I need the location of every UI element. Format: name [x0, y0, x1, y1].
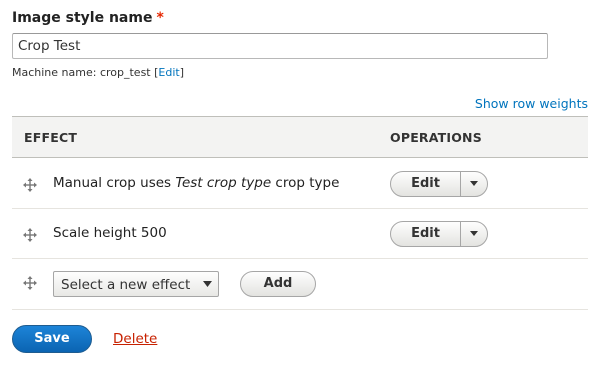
dropbutton-toggle[interactable]	[461, 222, 487, 246]
effect-summary: Scale height 500	[53, 225, 167, 241]
machine-name: Machine name: crop_test [Edit]	[12, 66, 184, 79]
table-row: Manual crop uses Test crop type crop typ…	[12, 159, 588, 209]
machine-name-edit-link[interactable]: Edit	[158, 66, 179, 79]
image-style-name-input[interactable]	[12, 33, 548, 59]
operations-dropbutton: Edit	[390, 221, 488, 247]
edit-button[interactable]: Edit	[391, 172, 461, 196]
effect-text: Scale height 500	[53, 225, 167, 241]
new-effect-row: Select a new effect Add	[12, 259, 588, 310]
move-arrows-icon[interactable]	[23, 227, 37, 242]
dropbutton-toggle[interactable]	[461, 172, 487, 196]
new-effect-select[interactable]: Select a new effect	[53, 271, 219, 297]
chevron-down-icon	[470, 231, 478, 236]
effect-summary: Manual crop uses Test crop type crop typ…	[53, 175, 339, 191]
add-effect-button[interactable]: Add	[240, 271, 316, 297]
machine-name-text: Machine name: crop_test [	[12, 66, 159, 79]
edit-button[interactable]: Edit	[391, 222, 461, 246]
machine-name-bracket: ]	[179, 66, 185, 79]
effect-column-header: EFFECT	[24, 130, 78, 145]
chevron-down-icon	[203, 281, 212, 287]
effect-text: Manual crop uses	[53, 175, 176, 191]
save-button[interactable]: Save	[12, 325, 92, 353]
move-arrows-icon[interactable]	[23, 275, 37, 290]
move-arrows-icon[interactable]	[23, 177, 37, 192]
operations-dropbutton: Edit	[390, 171, 488, 197]
table-header: EFFECT OPERATIONS	[12, 116, 588, 158]
operations-column-header: OPERATIONS	[390, 130, 482, 145]
table-row: Scale height 500 Edit	[12, 209, 588, 259]
crop-type-name: Test crop type	[175, 175, 272, 191]
delete-link[interactable]: Delete	[113, 331, 157, 347]
field-label: Image style name *	[12, 10, 164, 26]
new-effect-select-value: Select a new effect	[61, 277, 191, 293]
effect-text-suffix: crop type	[271, 175, 340, 191]
required-mark: *	[156, 10, 164, 26]
chevron-down-icon	[470, 181, 478, 186]
show-row-weights-link[interactable]: Show row weights	[475, 96, 588, 111]
